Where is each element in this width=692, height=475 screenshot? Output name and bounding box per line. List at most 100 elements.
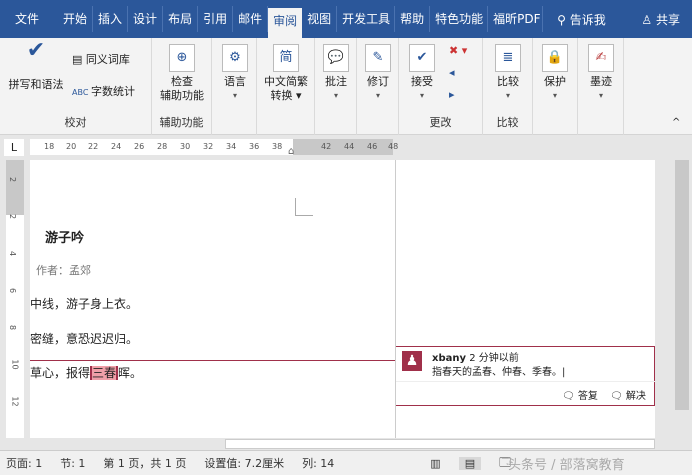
vertical-scrollbar[interactable] <box>655 160 692 438</box>
reject-button[interactable]: ✖ ▾ <box>449 44 467 58</box>
next-change-button[interactable]: ▸ <box>449 88 455 102</box>
comment-balloon[interactable]: ♟ xbany 2 分钟以前 指春天的孟春、仲春、季春。| 🗨 答复 🗨 解决 <box>396 346 655 406</box>
tab-file[interactable]: 文件 <box>10 6 44 32</box>
status-bar: 页面: 1 节: 1 第 1 页，共 1 页 设置值: 7.2厘米 列: 14 … <box>0 450 692 475</box>
group-ink: ✍ 墨迹 ▾ <box>578 38 624 135</box>
group-language: ⚙ 语言 ▾ <box>212 38 257 135</box>
group-label-proofing: 校对 <box>64 116 87 129</box>
status-column[interactable]: 列: 14 <box>302 455 334 471</box>
status-page[interactable]: 页面: 1 <box>6 455 42 471</box>
watermark: 头条号 / 部落窝教育 <box>508 458 625 473</box>
thesaurus-button[interactable]: ▤ 同义词库 <box>72 53 130 67</box>
check-label-1: 检查 <box>171 75 193 88</box>
poem-line-3: 草心，报得 三春 晖。 <box>30 364 142 381</box>
share-button[interactable]: ♙ 共享 <box>641 11 680 28</box>
comment-body: 指春天的孟春、仲春、季春。 <box>432 367 562 378</box>
tell-me[interactable]: ⚲ 告诉我 <box>557 11 606 28</box>
compare-button[interactable]: ≣ 比较 ▾ <box>491 44 525 103</box>
vruler-tick-label: 10 <box>10 359 20 370</box>
vruler-tick-label: 4 <box>8 250 18 257</box>
search-icon: ⚲ <box>557 12 570 27</box>
poem-line-2: 密缝，意恐迟迟归。 <box>30 332 139 346</box>
tab-stop-selector[interactable]: L <box>4 139 24 156</box>
resolve-button[interactable]: 🗨 解决 <box>610 387 646 402</box>
protect-label: 保护 <box>544 75 566 88</box>
vruler-tick-label: 2 <box>8 213 18 220</box>
status-page-count[interactable]: 第 1 页，共 1 页 <box>103 455 186 471</box>
ink-button[interactable]: ✍ 墨迹 ▾ <box>584 44 618 103</box>
commented-text[interactable]: 三春 <box>90 366 119 380</box>
chevron-down-icon: ▾ <box>375 91 380 100</box>
ruler-tick-label: 22 <box>88 142 99 151</box>
tab-references[interactable]: 引用 <box>198 6 234 32</box>
ruler-tick-label: 28 <box>157 142 168 151</box>
reply-button[interactable]: 🗨 答复 <box>562 387 598 402</box>
status-section[interactable]: 节: 1 <box>60 455 85 471</box>
chinese-convert-button[interactable]: 简中文简繁 转换 ▾ <box>259 44 313 103</box>
line-3-start: 草心，报得 <box>30 366 91 380</box>
group-label-changes: 更改 <box>429 116 452 129</box>
accessibility-icon: ⊕ <box>169 44 195 72</box>
ink-icon: ✍ <box>588 44 614 72</box>
convert-label-2: 转换 <box>270 89 293 102</box>
tell-me-label: 告诉我 <box>569 12 606 27</box>
ruler-tick-label: 18 <box>44 142 55 151</box>
group-proofing: ✔ 拼写和语法 ▤ 同义词库 ABC 字数统计 校对 <box>0 38 152 135</box>
group-accessibility: ⊕ 检查 辅助功能 辅助功能 <box>152 38 212 135</box>
tab-layout[interactable]: 布局 <box>163 6 199 32</box>
person-icon: ♙ <box>641 12 656 27</box>
tab-features[interactable]: 特色功能 <box>430 6 489 32</box>
spelling-button[interactable]: ✔ 拼写和语法 <box>4 38 68 92</box>
resolve-icon: 🗨 <box>610 391 626 402</box>
vruler-tick-label: 12 <box>10 396 20 407</box>
word-count-button[interactable]: ABC 字数统计 <box>72 85 135 100</box>
collapse-ribbon-icon[interactable]: ^ <box>672 116 680 130</box>
spell-check-icon: ✔ <box>26 38 46 63</box>
ruler-tick-label: 44 <box>344 142 355 151</box>
tab-home[interactable]: 开始 <box>58 6 94 32</box>
previous-change-button[interactable]: ◂ <box>449 66 455 80</box>
previous-icon: ◂ <box>449 66 455 79</box>
poem-title: 游子吟 <box>45 231 85 246</box>
group-compare: ≣ 比较 ▾ 比较 <box>483 38 533 135</box>
tab-mailings[interactable]: 邮件 <box>233 6 269 32</box>
track-changes-button[interactable]: ✎ 修订 ▾ <box>361 44 395 103</box>
group-chinese-conversion: 简中文简繁 转换 ▾ <box>257 38 315 135</box>
line-3-end: 晖。 <box>118 366 143 380</box>
group-changes: ✔ 接受 ▾ ✖ ▾ ◂ ▸ 更改 <box>399 38 483 135</box>
vruler-tick-label: 8 <box>8 324 18 331</box>
read-mode-icon[interactable]: ▥ <box>430 457 440 470</box>
tab-help[interactable]: 帮助 <box>395 6 431 32</box>
avatar: ♟ <box>402 351 422 371</box>
document-page[interactable]: 游子吟 作者：孟郊 中线，游子身上衣。 密缝，意恐迟迟归。 草心，报得 三春 晖。 <box>30 160 395 438</box>
lock-icon: 🔒 <box>542 44 568 72</box>
accept-label: 接受 <box>411 75 433 88</box>
group-label-compare: 比较 <box>496 116 519 129</box>
accept-button[interactable]: ✔ 接受 ▾ <box>405 44 439 103</box>
protect-button[interactable]: 🔒 保护 ▾ <box>538 44 572 103</box>
tab-view[interactable]: 视图 <box>302 6 338 32</box>
accept-icon: ✔ <box>409 44 435 72</box>
status-setting[interactable]: 设置值: 7.2厘米 <box>204 455 284 471</box>
comment-header: xbany 2 分钟以前 <box>432 349 519 364</box>
ruler-tick-label: 32 <box>203 142 214 151</box>
print-layout-icon[interactable]: ▤ <box>458 456 482 470</box>
thesaurus-label: 同义词库 <box>85 53 130 66</box>
tab-design[interactable]: 设计 <box>128 6 164 32</box>
vruler-tick-label: 6 <box>8 287 18 294</box>
tab-foxit-pdf[interactable]: 福昕PDF <box>488 6 544 32</box>
comments-button[interactable]: 💬 批注 ▾ <box>319 44 353 103</box>
ruler-tick-label: 20 <box>66 142 77 151</box>
comment-text[interactable]: 指春天的孟春、仲春、季春。| <box>432 363 565 378</box>
tab-review[interactable]: 审阅 <box>268 8 303 38</box>
group-protect: 🔒 保护 ▾ <box>533 38 578 135</box>
scroll-thumb[interactable] <box>225 439 655 449</box>
check-accessibility-button[interactable]: ⊕ 检查 辅助功能 <box>156 44 208 103</box>
ribbon: ✔ 拼写和语法 ▤ 同义词库 ABC 字数统计 校对 ⊕ 检查 辅助功能 辅助功能 ⚙… <box>0 38 692 135</box>
horizontal-scrollbar[interactable] <box>0 438 692 450</box>
indent-marker-icon[interactable]: ⌂ <box>288 146 294 157</box>
tab-insert[interactable]: 插入 <box>93 6 129 32</box>
language-button[interactable]: ⚙ 语言 ▾ <box>217 44 253 103</box>
horizontal-ruler[interactable]: L 18 20 22 24 26 28 30 32 34 36 38 42 44 46 48 ⌂ <box>0 135 692 160</box>
tab-developer[interactable]: 开发工具 <box>337 6 396 32</box>
